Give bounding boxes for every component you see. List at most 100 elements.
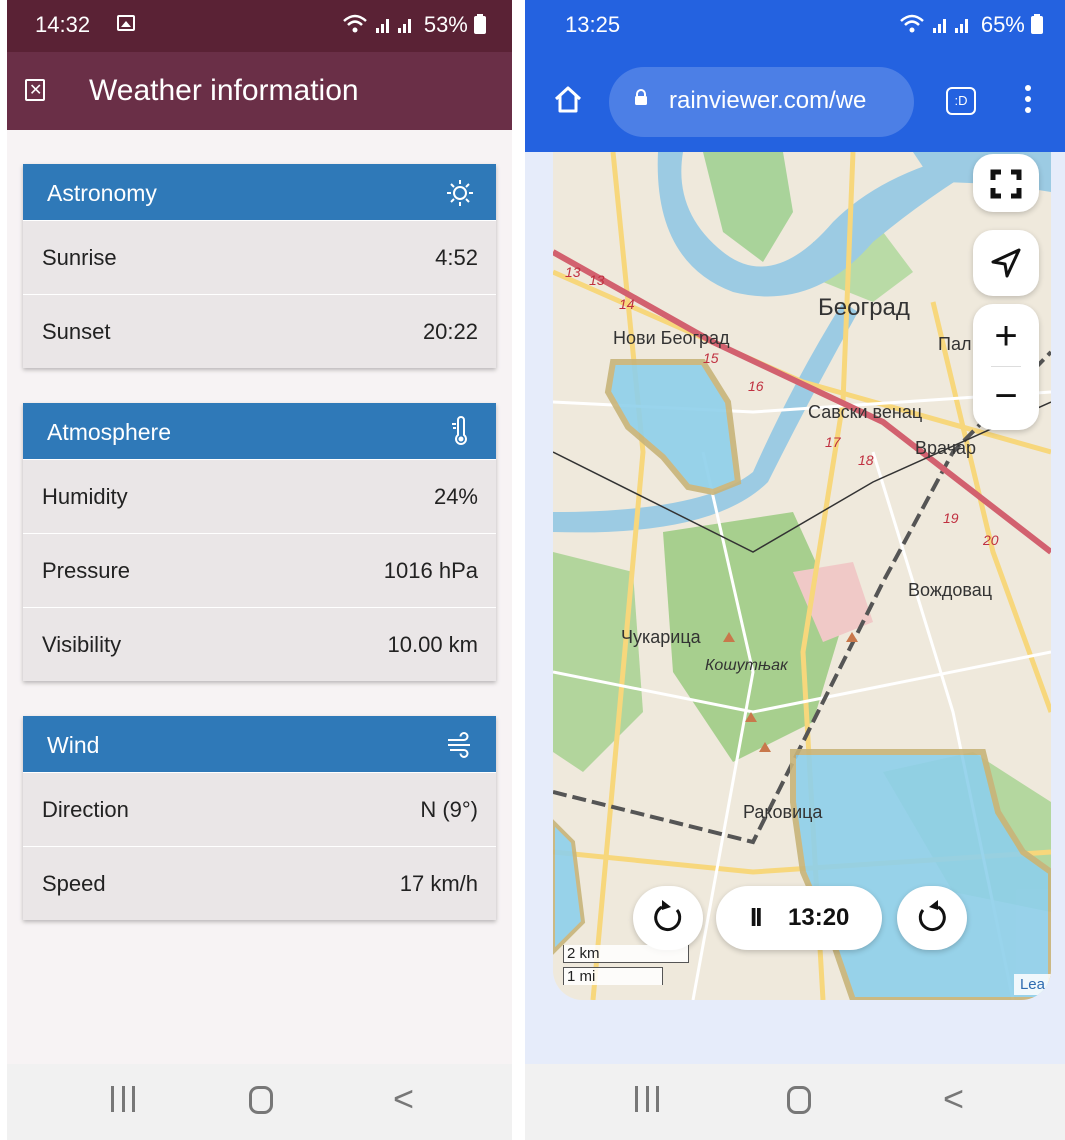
system-nav-bar: < [7,1064,512,1140]
radar-map[interactable]: Београд Нови Београд Савски венац Пал Вр… [553,152,1051,1000]
fullscreen-icon [990,169,1022,199]
speed-value: 17 km/h [399,871,478,896]
route-number: 19 [943,510,959,526]
battery-icon [1031,14,1043,34]
route-number: 13 [565,264,581,280]
battery-icon [474,14,486,34]
status-indicators: 65% [899,12,1043,38]
sunset-row: Sunset 20:22 [23,294,496,368]
sunrise-row: Sunrise 4:52 [23,220,496,294]
status-bar: 14:32 53% [7,0,512,52]
direction-row: Direction N (9°) [23,772,496,846]
recent-apps-button[interactable] [111,1086,135,1112]
visibility-row: Visibility 10.00 km [23,607,496,681]
humidity-label: Humidity [42,484,128,509]
map-label-beograd: Београд [818,294,910,321]
zoom-in-button[interactable]: + [973,308,1039,364]
radar-time: 13:20 [788,904,850,931]
wind-card: Wind Direction N (9°) Speed 17 km/h [23,716,496,920]
lock-icon [635,89,647,105]
sunrise-label: Sunrise [42,245,117,270]
wind-card-header: Wind [23,716,496,772]
astronomy-card: Astronomy Sunrise 4:52 Sunset 20:22 [23,164,496,368]
route-number: 13 [589,272,605,288]
pressure-label: Pressure [42,558,131,583]
battery-percent: 65% [980,12,1025,37]
sunrise-value: 4:52 [435,245,478,270]
map-label-cukarica: Чукарица [621,627,701,647]
browser-screen: 13:25 65% rainviewer.com/we :D Београд Н… [525,0,1065,1140]
close-icon[interactable] [25,79,45,101]
system-nav-bar: < [525,1064,1065,1140]
scale-mi: 1 mi [563,967,663,985]
map-label-novi-beograd: Нови Београд [613,328,730,348]
signal-icon [375,19,411,33]
scale-km: 2 km [563,945,689,963]
play-pause-button[interactable]: II 13:20 [716,886,882,950]
map-label-rakovica: Раковица [743,802,823,822]
step-forward-button[interactable] [897,886,967,950]
wifi-icon [899,14,924,33]
route-number: 15 [703,350,719,366]
map-label-vozdovac: Вождовац [908,580,993,600]
humidity-value: 24% [433,484,478,509]
step-back-button[interactable] [633,886,703,950]
address-bar[interactable]: rainviewer.com/we [609,67,914,137]
status-indicators: 53% [342,12,486,38]
wind-card-title: Wind [47,732,100,758]
speed-label: Speed [42,871,106,896]
navigation-arrow-icon [991,248,1021,278]
humidity-row: Humidity 24% [23,459,496,533]
home-button[interactable] [787,1086,811,1114]
home-icon[interactable] [553,84,583,114]
route-number: 18 [858,452,874,468]
status-time: 14:32 [35,12,91,37]
zoom-control: + − [973,304,1039,430]
direction-label: Direction [42,797,129,822]
signal-icon [932,19,968,33]
app-header: Weather information [7,52,512,130]
fullscreen-button[interactable] [973,154,1039,212]
gallery-notification-icon [117,15,135,31]
thermometer-icon [452,416,467,445]
visibility-label: Visibility [42,632,122,657]
back-button[interactable]: < [393,1078,414,1120]
locate-button[interactable] [973,230,1039,296]
direction-value: N (9°) [420,797,478,822]
wifi-icon [342,14,367,33]
url-text[interactable]: rainviewer.com/we [669,87,866,115]
battery-percent: 53% [423,12,468,37]
atmosphere-card: Atmosphere Humidity 24% Pressure 1016 hP… [23,403,496,681]
map-label-savski-venac: Савски венац [808,402,923,422]
zoom-divider [991,366,1021,367]
pause-icon: II [750,902,763,932]
map-label-pal: Пал [938,334,972,354]
visibility-value: 10.00 km [387,632,479,657]
atmosphere-card-header: Atmosphere [23,403,496,459]
route-number: 20 [983,532,999,548]
status-bar: 13:25 65% [525,0,1065,52]
sun-icon [447,180,473,206]
page-title: Weather information [89,74,359,107]
sunset-value: 20:22 [422,319,478,344]
recent-apps-button[interactable] [635,1086,659,1112]
atmosphere-card-title: Atmosphere [47,419,172,445]
weather-app-screen: 14:32 53% Weather information Astronomy [7,0,512,1140]
map-attribution[interactable]: Lea [1013,974,1051,995]
pressure-row: Pressure 1016 hPa [23,533,496,607]
menu-icon[interactable] [1025,85,1031,115]
route-number: 17 [825,434,841,450]
astronomy-card-header: Astronomy [23,164,496,220]
forward-icon [918,900,946,932]
speed-row: Speed 17 km/h [23,846,496,920]
wind-icon [448,732,470,758]
rewind-icon [654,900,682,932]
home-button[interactable] [249,1086,273,1114]
route-number: 14 [619,296,635,312]
browser-toolbar: rainviewer.com/we :D [525,52,1065,152]
tabs-button[interactable]: :D [946,87,976,115]
zoom-out-button[interactable]: − [973,368,1039,424]
sunset-label: Sunset [42,319,111,344]
back-button[interactable]: < [943,1078,964,1120]
route-number: 16 [748,378,764,394]
